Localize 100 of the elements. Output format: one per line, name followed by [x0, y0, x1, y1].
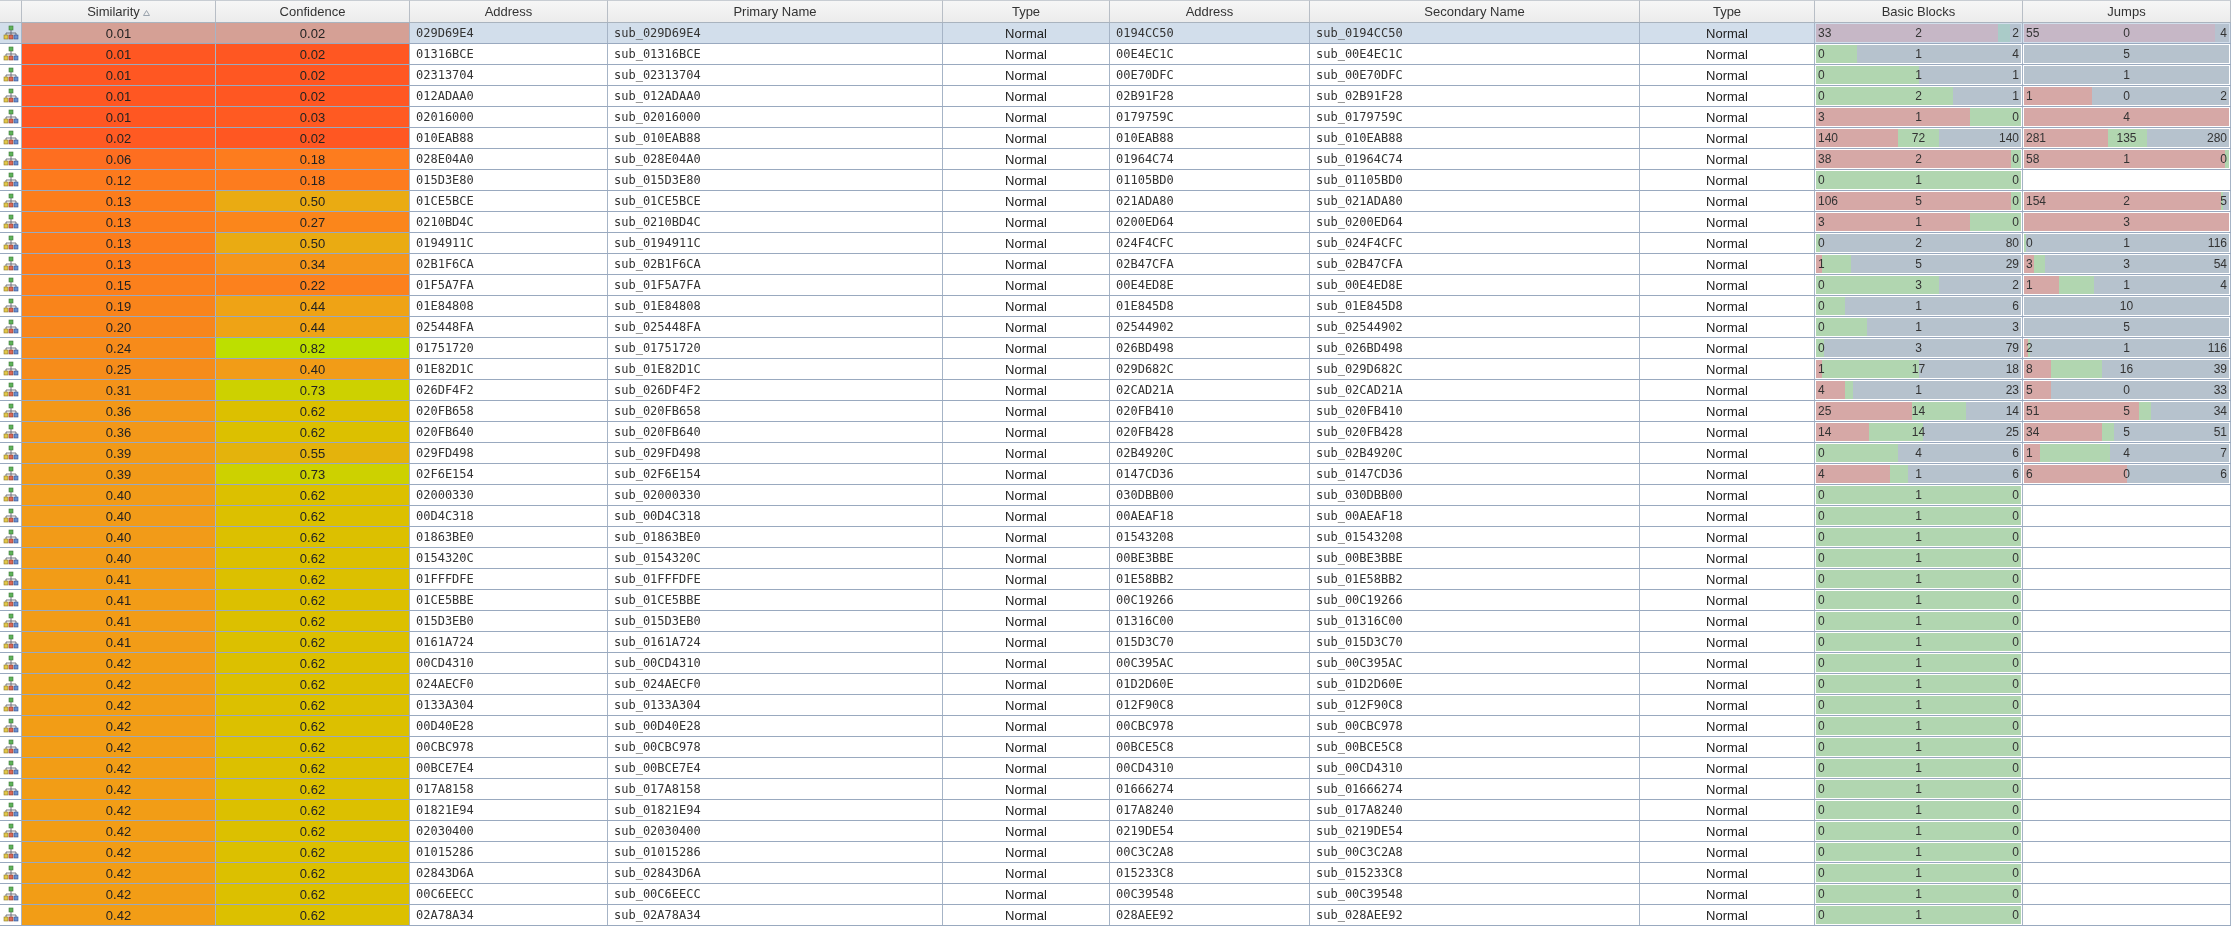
flow-graph-icon — [2, 298, 19, 314]
table-cell: Normal — [943, 632, 1110, 652]
table-row[interactable]: 0.40 0.62 01863BE0 sub_01863BE0 Normal 01543208 sub_01543208 Normal 0 1 0 — [0, 527, 2231, 548]
table-row[interactable]: 0.41 0.62 015D3EB0 sub_015D3EB0 Normal 01316C00 sub_01316C00 Normal 0 1 0 — [0, 611, 2231, 632]
table-cell: Normal — [1640, 569, 1815, 589]
confidence-cell: 0.22 — [216, 275, 410, 295]
similarity-cell: 0.36 — [22, 422, 216, 442]
confidence-cell: 0.62 — [216, 422, 410, 442]
table-cell: Normal — [943, 821, 1110, 841]
table-cell: 00BCE5C8 — [1110, 737, 1310, 757]
table-row[interactable]: 0.41 0.62 01CE5BBE sub_01CE5BBE Normal 00C19266 sub_00C19266 Normal 0 1 0 — [0, 590, 2231, 611]
table-row[interactable]: 0.02 0.02 010EAB88 sub_010EAB88 Normal 010EAB88 sub_010EAB88 Normal 140 72 140 281 135 280 — [0, 128, 2231, 149]
table-row[interactable]: 0.01 0.02 01316BCE sub_01316BCE Normal 00E4EC1C sub_00E4EC1C Normal 0 1 4 5 — [0, 44, 2231, 65]
table-cell: 0161A724 — [410, 632, 608, 652]
table-cell: Normal — [943, 107, 1110, 127]
table-row[interactable]: 0.39 0.55 029FD498 sub_029FD498 Normal 02B4920C sub_02B4920C Normal 0 4 6 1 4 7 — [0, 443, 2231, 464]
table-cell: sub_020FB658 — [608, 401, 943, 421]
bar-count: 1 — [1915, 761, 1922, 775]
table-row[interactable]: 0.19 0.44 01E84808 sub_01E84808 Normal 01E845D8 sub_01E845D8 Normal 0 1 6 10 — [0, 296, 2231, 317]
column-header[interactable]: Type — [1640, 0, 1815, 22]
table-row[interactable]: 0.20 0.44 025448FA sub_025448FA Normal 02544902 sub_02544902 Normal 0 1 3 5 — [0, 317, 2231, 338]
table-row[interactable]: 0.40 0.62 02000330 sub_02000330 Normal 030DBB00 sub_030DBB00 Normal 0 1 0 — [0, 485, 2231, 506]
table-row[interactable]: 0.41 0.62 01FFFDFE sub_01FFFDFE Normal 01E58BB2 sub_01E58BB2 Normal 0 1 0 — [0, 569, 2231, 590]
table-row[interactable]: 0.42 0.62 02A78A34 sub_02A78A34 Normal 028AEE92 sub_028AEE92 Normal 0 1 0 — [0, 905, 2231, 926]
table-cell: Normal — [1640, 44, 1815, 64]
column-header[interactable]: Primary Name — [608, 0, 943, 22]
bar-count: 0 — [2220, 152, 2227, 166]
table-row[interactable]: 0.13 0.27 0210BD4C sub_0210BD4C Normal 0200ED64 sub_0200ED64 Normal 3 1 0 3 — [0, 212, 2231, 233]
table-row[interactable]: 0.06 0.18 028E04A0 sub_028E04A0 Normal 01964C74 sub_01964C74 Normal 38 2 0 58 1 0 — [0, 149, 2231, 170]
confidence-cell: 0.02 — [216, 128, 410, 148]
flow-graph-icon — [2, 193, 19, 209]
table-row[interactable]: 0.42 0.62 02030400 sub_02030400 Normal 0219DE54 sub_0219DE54 Normal 0 1 0 — [0, 821, 2231, 842]
table-cell: sub_00C3C2A8 — [1310, 842, 1640, 862]
column-header[interactable]: Similarity — [22, 0, 216, 22]
table-row[interactable]: 0.42 0.62 01821E94 sub_01821E94 Normal 017A8240 sub_017A8240 Normal 0 1 0 — [0, 800, 2231, 821]
bar-count: 0 — [1818, 677, 1825, 691]
table-row[interactable]: 0.42 0.62 00BCE7E4 sub_00BCE7E4 Normal 00CD4310 sub_00CD4310 Normal 0 1 0 — [0, 758, 2231, 779]
column-header[interactable] — [0, 0, 22, 22]
table-row[interactable]: 0.42 0.62 00D40E28 sub_00D40E28 Normal 00CBC978 sub_00CBC978 Normal 0 1 0 — [0, 716, 2231, 737]
table-cell: Normal — [943, 170, 1110, 190]
bar-count: 0 — [2012, 845, 2019, 859]
table-cell: 01E84808 — [410, 296, 608, 316]
table-row[interactable]: 0.42 0.62 00CD4310 sub_00CD4310 Normal 00C395AC sub_00C395AC Normal 0 1 0 — [0, 653, 2231, 674]
table-row[interactable]: 0.40 0.62 00D4C318 sub_00D4C318 Normal 00AEAF18 sub_00AEAF18 Normal 0 1 0 — [0, 506, 2231, 527]
table-row[interactable]: 0.42 0.62 02843D6A sub_02843D6A Normal 015233C8 sub_015233C8 Normal 0 1 0 — [0, 863, 2231, 884]
table-cell: 029D69E4 — [410, 23, 608, 43]
table-row[interactable]: 0.42 0.62 017A8158 sub_017A8158 Normal 01666274 sub_01666274 Normal 0 1 0 — [0, 779, 2231, 800]
column-header[interactable]: Secondary Name — [1310, 0, 1640, 22]
confidence-cell: 0.03 — [216, 107, 410, 127]
flow-graph-icon — [2, 739, 19, 755]
table-cell: 01CE5BCE — [410, 191, 608, 211]
table-row[interactable]: 0.24 0.82 01751720 sub_01751720 Normal 026BD498 sub_026BD498 Normal 0 3 79 2 1 116 — [0, 338, 2231, 359]
table-cell: sub_01316C00 — [1310, 611, 1640, 631]
table-row[interactable]: 0.42 0.62 00C6EECC sub_00C6EECC Normal 00C39548 sub_00C39548 Normal 0 1 0 — [0, 884, 2231, 905]
column-header[interactable]: Confidence — [216, 0, 410, 22]
table-row[interactable]: 0.13 0.50 0194911C sub_0194911C Normal 024F4CFC sub_024F4CFC Normal 0 2 80 0 1 116 — [0, 233, 2231, 254]
table-row[interactable]: 0.15 0.22 01F5A7FA sub_01F5A7FA Normal 00E4ED8E sub_00E4ED8E Normal 0 3 2 1 1 4 — [0, 275, 2231, 296]
table-row[interactable]: 0.01 0.02 029D69E4 sub_029D69E4 Normal 0194CC50 sub_0194CC50 Normal 33 2 2 55 0 4 — [0, 23, 2231, 44]
confidence-cell: 0.44 — [216, 296, 410, 316]
table-row[interactable]: 0.12 0.18 015D3E80 sub_015D3E80 Normal 01105BD0 sub_01105BD0 Normal 0 1 0 — [0, 170, 2231, 191]
bar-count: 1 — [1915, 782, 1922, 796]
column-header[interactable]: Jumps — [2023, 0, 2231, 22]
bar-count: 4 — [1818, 467, 1825, 481]
table-cell: Normal — [943, 338, 1110, 358]
table-row[interactable]: 0.01 0.02 012ADAA0 sub_012ADAA0 Normal 02B91F28 sub_02B91F28 Normal 0 2 1 1 0 2 — [0, 86, 2231, 107]
table-row[interactable]: 0.42 0.62 0133A304 sub_0133A304 Normal 012F90C8 sub_012F90C8 Normal 0 1 0 — [0, 695, 2231, 716]
flow-graph-icon — [2, 865, 19, 881]
table-cell: Normal — [1640, 527, 1815, 547]
column-header[interactable]: Basic Blocks — [1815, 0, 2023, 22]
table-row[interactable]: 0.36 0.62 020FB658 sub_020FB658 Normal 020FB410 sub_020FB410 Normal 25 14 14 51 5 34 — [0, 401, 2231, 422]
bar-count: 2 — [2123, 194, 2130, 208]
table-row[interactable]: 0.13 0.34 02B1F6CA sub_02B1F6CA Normal 02B47CFA sub_02B47CFA Normal 1 5 29 3 3 54 — [0, 254, 2231, 275]
column-header[interactable]: Type — [943, 0, 1110, 22]
table-row[interactable]: 0.31 0.73 026DF4F2 sub_026DF4F2 Normal 02CAD21A sub_02CAD21A Normal 4 1 23 5 0 33 — [0, 380, 2231, 401]
table-cell: 01F5A7FA — [410, 275, 608, 295]
flow-graph-icon — [2, 361, 19, 377]
table-row[interactable]: 0.01 0.02 02313704 sub_02313704 Normal 00E70DFC sub_00E70DFC Normal 0 1 1 1 — [0, 65, 2231, 86]
table-cell: sub_010EAB88 — [608, 128, 943, 148]
table-row[interactable]: 0.01 0.03 02016000 sub_02016000 Normal 0179759C sub_0179759C Normal 3 1 0 4 — [0, 107, 2231, 128]
column-header[interactable]: Address — [410, 0, 608, 22]
table-cell: Normal — [943, 674, 1110, 694]
table-row[interactable]: 0.39 0.73 02F6E154 sub_02F6E154 Normal 0147CD36 sub_0147CD36 Normal 4 1 6 6 0 6 — [0, 464, 2231, 485]
bar-count: 34 — [2213, 404, 2227, 418]
table-cell: sub_01316BCE — [608, 44, 943, 64]
bar-count: 1 — [1915, 383, 1922, 397]
table-cell: Normal — [943, 779, 1110, 799]
bar-count: 0 — [1818, 89, 1825, 103]
similarity-cell: 0.42 — [22, 863, 216, 883]
table-cell: Normal — [943, 191, 1110, 211]
table-row[interactable]: 0.41 0.62 0161A724 sub_0161A724 Normal 015D3C70 sub_015D3C70 Normal 0 1 0 — [0, 632, 2231, 653]
table-row[interactable]: 0.42 0.62 024AECF0 sub_024AECF0 Normal 01D2D60E sub_01D2D60E Normal 0 1 0 — [0, 674, 2231, 695]
confidence-cell: 0.62 — [216, 485, 410, 505]
column-header[interactable]: Address — [1110, 0, 1310, 22]
bar-count: 3 — [1915, 341, 1922, 355]
table-row[interactable]: 0.36 0.62 020FB640 sub_020FB640 Normal 020FB428 sub_020FB428 Normal 14 14 25 34 5 51 — [0, 422, 2231, 443]
table-row[interactable]: 0.42 0.62 01015286 sub_01015286 Normal 00C3C2A8 sub_00C3C2A8 Normal 0 1 0 — [0, 842, 2231, 863]
table-row[interactable]: 0.42 0.62 00CBC978 sub_00CBC978 Normal 00BCE5C8 sub_00BCE5C8 Normal 0 1 0 — [0, 737, 2231, 758]
table-row[interactable]: 0.40 0.62 0154320C sub_0154320C Normal 00BE3BBE sub_00BE3BBE Normal 0 1 0 — [0, 548, 2231, 569]
table-row[interactable]: 0.25 0.40 01E82D1C sub_01E82D1C Normal 029D682C sub_029D682C Normal 1 17 18 8 16 39 — [0, 359, 2231, 380]
table-row[interactable]: 0.13 0.50 01CE5BCE sub_01CE5BCE Normal 021ADA80 sub_021ADA80 Normal 106 5 0 154 2 5 — [0, 191, 2231, 212]
